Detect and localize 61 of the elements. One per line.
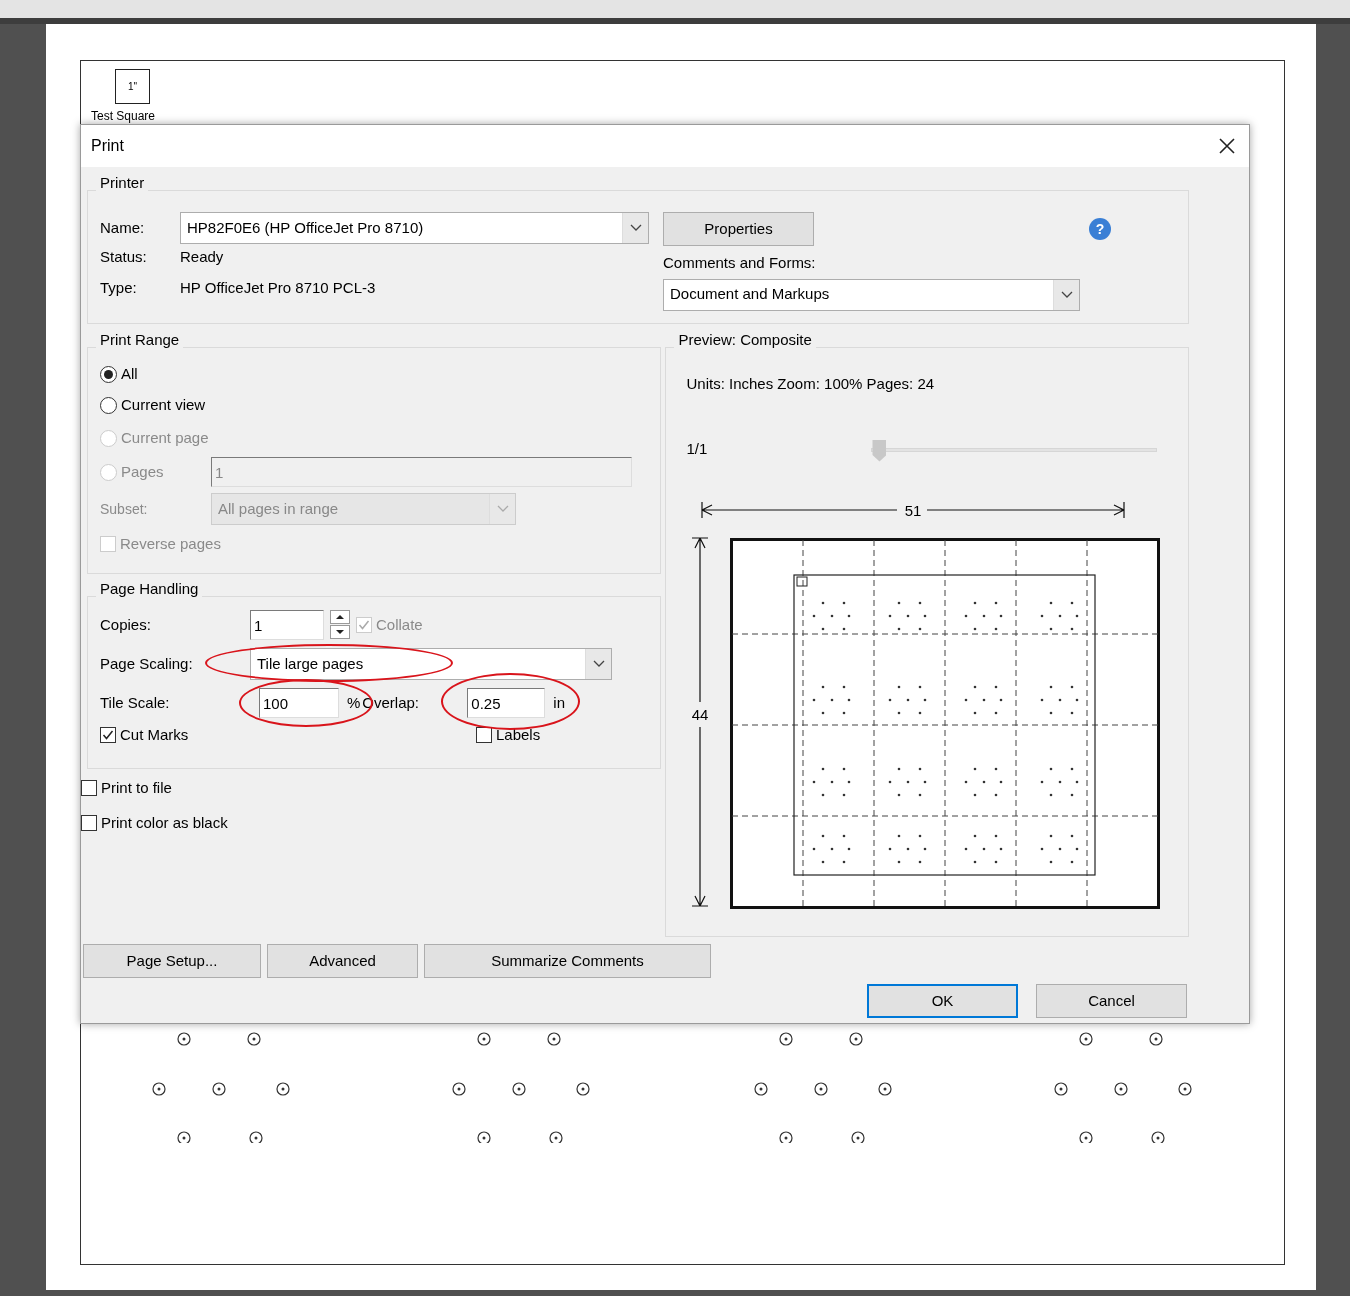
group-title: Printer [99,175,146,190]
radio-label: Current view [121,395,206,416]
ok-button[interactable]: OK [867,984,1018,1018]
checkbox[interactable] [476,727,492,744]
dimension-label: 44 [692,705,709,723]
slider[interactable] [871,437,1158,462]
field-label: Comments and Forms: [663,253,817,273]
cancel-button[interactable]: Cancel [1036,984,1187,1018]
checkbox[interactable] [100,727,116,744]
overlap-field[interactable]: 0.25 [467,688,546,718]
dialog-button[interactable]: Page Setup... [83,944,261,978]
close-icon[interactable] [1219,138,1235,154]
page-scaling-dropdown[interactable]: Tile large pages [250,648,612,680]
spinner-control[interactable] [330,610,350,640]
caret-icon[interactable] [1060,290,1073,299]
caret-icon[interactable] [592,660,605,668]
tile-scale-field[interactable]: 100 [259,688,339,718]
checkbox-label: Collate [376,614,423,635]
properties-button[interactable]: Properties [663,212,814,246]
group-title: Page Handling [99,581,200,596]
group-title: Preview: Composite [677,332,813,347]
caret-icon [496,505,509,513]
help-icon[interactable]: ? [1089,218,1111,240]
pages-field: 1 [211,457,632,487]
radio-label: Pages [121,461,164,482]
radio-button[interactable] [100,366,117,383]
caption-text: Test Square [91,110,156,122]
caret-icon[interactable] [629,224,642,232]
field-value: HP OfficeJet Pro 8710 PCL-3 [180,277,376,298]
unit-label: in [553,692,566,713]
checkbox-label: Cut Marks [120,725,189,745]
checkbox-label: Print to file [101,778,172,798]
checkbox-label: Reverse pages [120,534,221,554]
dialog-button[interactable]: Advanced [267,944,418,978]
dialog-button[interactable]: Summarize Comments [424,944,711,978]
unit-label: % [347,692,361,713]
copies-field[interactable]: 1 [250,610,324,640]
field-label: Tile Scale: [100,692,171,713]
checkbox[interactable] [81,814,97,831]
radio-label: All [121,364,138,385]
page-indicator: 1/1 [686,439,709,460]
printer-dropdown[interactable]: HP82F0E6 (HP OfficeJet Pro 8710) [180,212,649,244]
window-title: Print [91,136,124,156]
field-label: Page Scaling: [100,653,194,674]
dimension-label: 51 [905,501,922,519]
checkbox[interactable] [81,780,97,797]
test-square-drawing: 1" [115,69,150,104]
radio-button[interactable] [100,397,117,414]
preview-info: Units: Inches Zoom: 100% Pages: 24 [686,374,936,394]
field-label: Name: [100,217,146,238]
subset-dropdown: All pages in range [211,493,516,525]
field-value: Ready [180,247,224,267]
comments-dropdown[interactable]: Document and Markups [663,278,1080,311]
group-title: Print Range [99,332,181,347]
checkbox-label: Print color as black [101,812,228,833]
field-label: Subset: [100,499,149,519]
field-label: Type: [100,277,138,298]
radio-label: Current page [121,427,209,448]
checkbox-label: Labels [496,725,541,745]
field-label: Status: [100,247,148,267]
field-label: Copies: [100,614,152,635]
